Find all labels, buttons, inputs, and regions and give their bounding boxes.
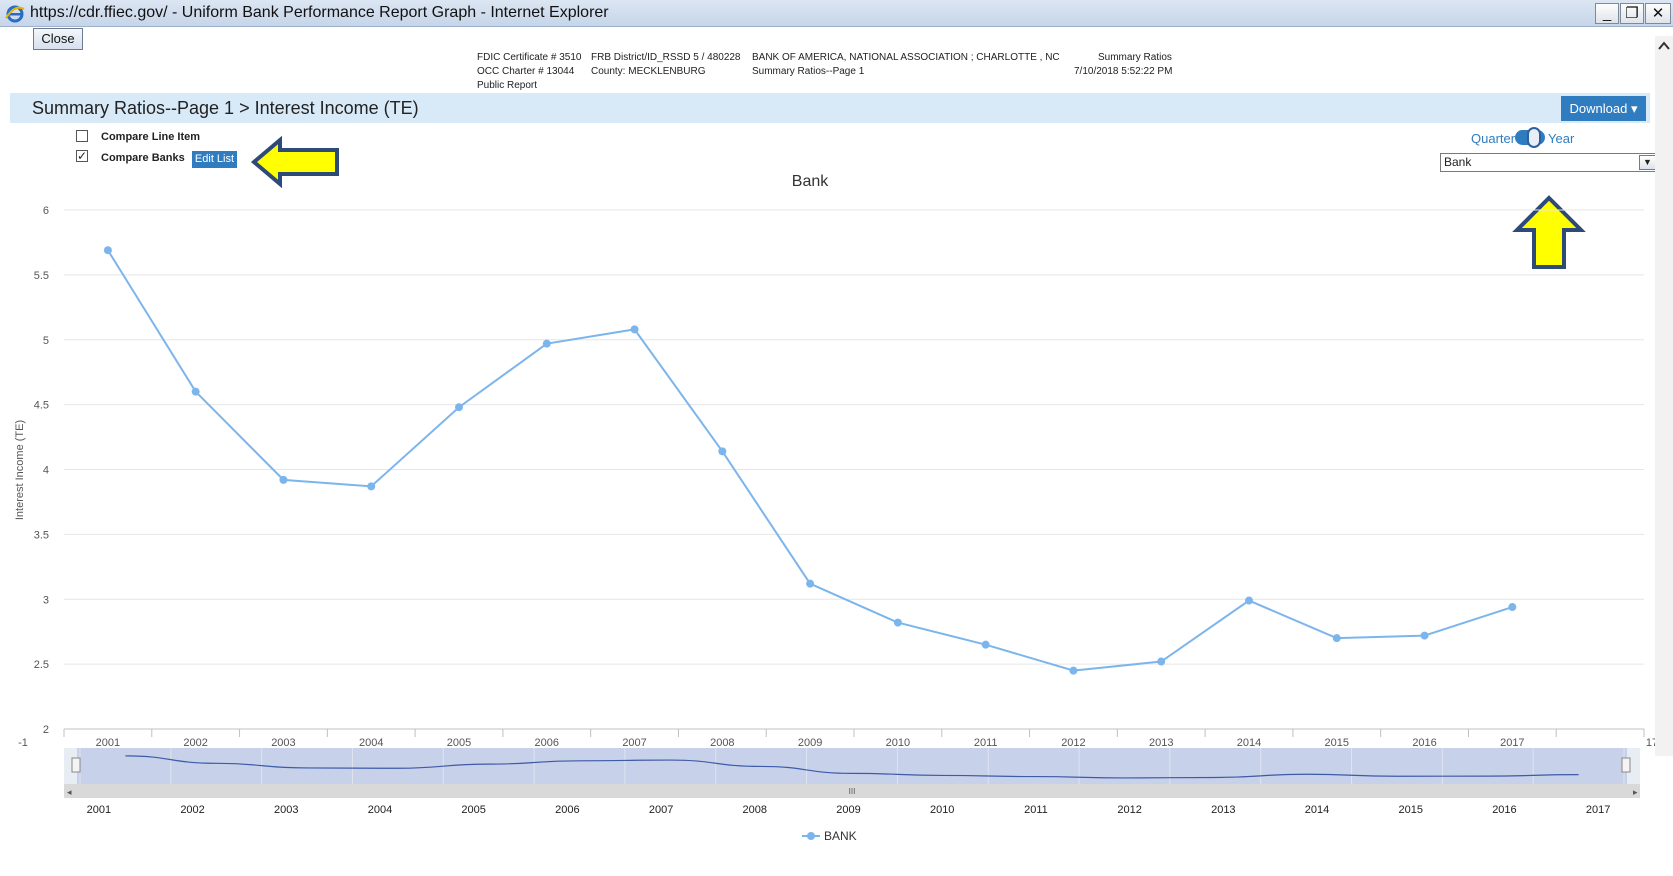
x-tick-label: 2014 bbox=[1237, 737, 1261, 749]
chart-title: Bank bbox=[792, 173, 829, 190]
up-arrow-annotation bbox=[1512, 195, 1586, 269]
y-tick-label: 4.5 bbox=[34, 400, 49, 412]
x-tick-label: 2016 bbox=[1412, 737, 1436, 749]
y-tick-labels: 2 2.5 3 3.5 4 4.5 5 5.5 6 bbox=[34, 205, 49, 736]
scroll-up-icon[interactable] bbox=[1655, 36, 1673, 56]
navigator-label: 2011 bbox=[1024, 804, 1048, 816]
data-point bbox=[542, 339, 551, 348]
data-point bbox=[191, 387, 200, 396]
navigator-label: 2015 bbox=[1398, 804, 1422, 816]
navigator-label: 2003 bbox=[274, 804, 298, 816]
navigator-label: 2016 bbox=[1492, 804, 1516, 816]
y-tick-label: 2 bbox=[43, 724, 49, 736]
data-point bbox=[630, 325, 639, 334]
vertical-scrollbar[interactable] bbox=[1655, 36, 1673, 756]
x-tick-label: 2010 bbox=[886, 737, 910, 749]
data-point bbox=[103, 246, 112, 255]
scrollbar-grip[interactable]: III bbox=[849, 787, 856, 796]
x-tick-label: 2008 bbox=[710, 737, 734, 749]
data-point bbox=[1069, 666, 1078, 675]
x-tick-label: 2012 bbox=[1061, 737, 1085, 749]
data-point bbox=[718, 447, 727, 456]
navigator-label: 2005 bbox=[461, 804, 485, 816]
navigator-label: 2012 bbox=[1117, 804, 1141, 816]
legend-label: BANK bbox=[824, 829, 857, 843]
y-tick-label: 5 bbox=[43, 335, 49, 347]
x-tick-label: 2005 bbox=[447, 737, 471, 749]
data-point bbox=[455, 403, 463, 412]
x-tick-label: 2017 bbox=[1500, 737, 1524, 749]
x-edge-label: -1 bbox=[18, 737, 28, 749]
chart-area: Bank Interest Income (TE) 2 2.5 3 3.5 4 4.5 5 5… bbox=[14, 135, 1658, 843]
data-point bbox=[806, 579, 815, 588]
navigator-label: 2017 bbox=[1586, 804, 1610, 816]
navigator-label: 2002 bbox=[180, 804, 204, 816]
x-tick-label: 2004 bbox=[359, 737, 383, 749]
x-tick-label: 2013 bbox=[1149, 737, 1173, 749]
y-tick-label: 6 bbox=[43, 205, 49, 217]
navigator-labels: 2001 2002 2003 2004 2005 2006 2007 2008 2009 2010… bbox=[87, 804, 1611, 816]
navigator-label: 2014 bbox=[1305, 804, 1329, 816]
x-tick-label: 2006 bbox=[535, 737, 559, 749]
legend[interactable]: BANK bbox=[802, 829, 857, 843]
y-tick-label: 3.5 bbox=[34, 529, 49, 541]
navigator-label: 2009 bbox=[836, 804, 860, 816]
scroll-left-icon[interactable]: ◂ bbox=[67, 787, 72, 797]
data-point bbox=[1157, 657, 1166, 666]
navigator-label: 2013 bbox=[1211, 804, 1235, 816]
data-point bbox=[893, 618, 902, 627]
navigator-label: 2006 bbox=[555, 804, 579, 816]
series-bank bbox=[103, 246, 1517, 675]
x-tick-label: 2015 bbox=[1325, 737, 1349, 749]
y-axis-title: Interest Income (TE) bbox=[14, 420, 26, 520]
x-tick-label: 2009 bbox=[798, 737, 822, 749]
data-point bbox=[279, 475, 288, 484]
series-line bbox=[107, 249, 1513, 672]
arrow-up-icon bbox=[1512, 195, 1586, 269]
x-tick-label: 2001 bbox=[96, 737, 120, 749]
y-tick-label: 3 bbox=[43, 594, 49, 606]
navigator-label: 2007 bbox=[649, 804, 673, 816]
legend-marker-icon bbox=[807, 832, 815, 840]
data-point bbox=[1332, 634, 1341, 643]
navigator-label: 2008 bbox=[743, 804, 767, 816]
data-point bbox=[1508, 603, 1517, 612]
data-point bbox=[367, 482, 376, 491]
data-point bbox=[981, 640, 990, 649]
navigator-range[interactable] bbox=[77, 748, 1627, 784]
navigator-left-handle[interactable] bbox=[71, 757, 81, 773]
x-axis: 2001 2002 2003 2004 2005 2006 2007 2008 2009 2010… bbox=[18, 729, 1658, 749]
gridlines bbox=[64, 209, 1644, 730]
navigator-label: 2001 bbox=[87, 804, 111, 816]
x-tick-label: 2007 bbox=[622, 737, 646, 749]
scroll-right-icon[interactable]: ▸ bbox=[1633, 787, 1638, 797]
y-tick-label: 4 bbox=[43, 465, 49, 477]
navigator-label: 2004 bbox=[368, 804, 392, 816]
y-tick-label: 5.5 bbox=[34, 270, 49, 282]
navigator-label: 2010 bbox=[930, 804, 954, 816]
left-arrow-annotation bbox=[250, 135, 339, 189]
y-tick-label: 2.5 bbox=[34, 659, 49, 671]
x-tick-label: 2003 bbox=[271, 737, 295, 749]
data-point bbox=[1245, 596, 1253, 605]
x-tick-label: 2002 bbox=[183, 737, 207, 749]
data-point bbox=[1420, 631, 1429, 640]
navigator-right-handle[interactable] bbox=[1621, 757, 1631, 773]
arrow-left-icon bbox=[250, 135, 339, 189]
x-tick-label: 2011 bbox=[974, 737, 998, 749]
